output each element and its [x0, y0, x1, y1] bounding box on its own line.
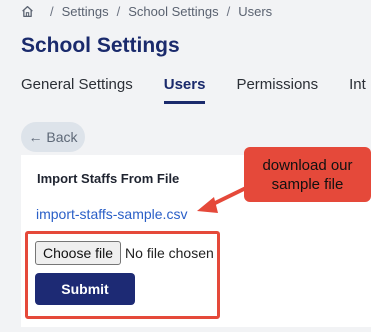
file-status-text: No file chosen [125, 245, 214, 261]
breadcrumb-separator: / [226, 4, 231, 19]
choose-file-button[interactable]: Choose file [35, 241, 122, 265]
back-button[interactable]: ← Back [21, 122, 85, 152]
breadcrumb-users: Users [238, 4, 273, 19]
file-input: Choose file No file chosen [35, 241, 214, 265]
settings-tabs: General Settings Users Permissions Int [21, 76, 371, 104]
card-heading: Import Staffs From File [37, 171, 180, 186]
page-title: School Settings [21, 34, 180, 57]
breadcrumb-separator: / [50, 4, 54, 19]
breadcrumb: / Settings / School Settings / Users [21, 4, 272, 19]
tab-permissions[interactable]: Permissions [236, 76, 318, 104]
home-icon[interactable] [21, 5, 34, 18]
tab-integrations[interactable]: Int [349, 76, 366, 104]
submit-button[interactable]: Submit [35, 273, 135, 305]
breadcrumb-settings[interactable]: Settings [62, 4, 109, 19]
tab-users[interactable]: Users [163, 76, 206, 104]
breadcrumb-school-settings[interactable]: School Settings [128, 4, 218, 19]
breadcrumb-separator: / [116, 4, 121, 19]
annotation-callout: download our sample file [244, 147, 371, 202]
tab-general-settings[interactable]: General Settings [21, 76, 133, 104]
sample-file-link[interactable]: import-staffs-sample.csv [36, 206, 187, 222]
